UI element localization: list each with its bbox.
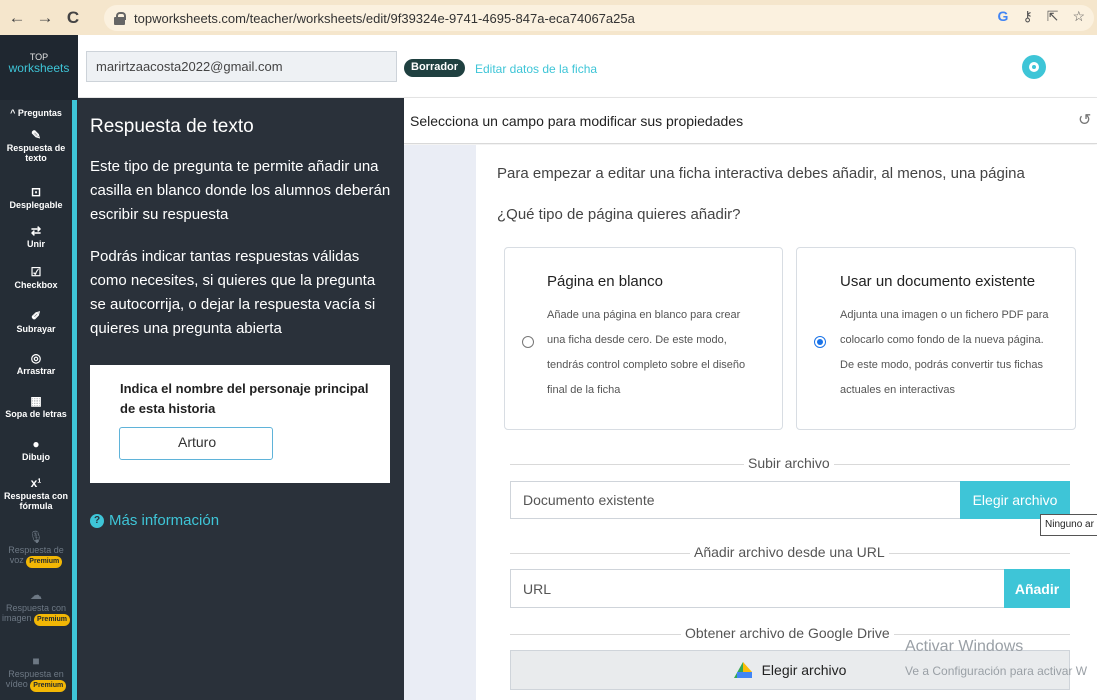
back-arrow-icon[interactable]: ← — [6, 7, 28, 29]
premium-badge: Premium — [26, 556, 63, 568]
property-bar-text: Selecciona un campo para modificar sus p… — [410, 113, 744, 129]
sidebar-item-video[interactable]: ■ Respuesta en vídeo Premium — [0, 654, 72, 692]
arrows-icon: ⇄ — [30, 224, 42, 238]
section-label: Añadir archivo desde una URL — [690, 544, 889, 560]
sidebar-item-subrayar[interactable]: ✐ Subrayar — [0, 309, 72, 334]
sidebar-item-formula[interactable]: x¹ Respuesta con fórmula — [0, 476, 72, 511]
question-icon: ? — [90, 513, 104, 528]
sidebar-item-dibujo[interactable]: ● Dibujo — [0, 437, 72, 462]
sidebar-item-checkbox[interactable]: ☑ Checkbox — [0, 265, 72, 290]
url-input[interactable]: URL — [510, 569, 1005, 608]
reload-icon[interactable]: C — [62, 7, 84, 29]
url-text: topworksheets.com/teacher/worksheets/edi… — [134, 10, 635, 26]
formula-icon: x¹ — [30, 476, 42, 490]
dropdown-icon: ⊡ — [30, 185, 42, 199]
undo-icon[interactable]: ↺ — [1078, 110, 1091, 130]
sidebar-item-desplegable[interactable]: ⊡ Desplegable — [0, 185, 72, 210]
video-icon: ■ — [32, 654, 40, 668]
forward-arrow-icon[interactable]: → — [34, 7, 56, 29]
premium-badge: Premium — [30, 680, 67, 692]
radio-existing-document[interactable] — [814, 336, 826, 348]
lock-icon — [114, 11, 126, 25]
sidebar-item-voz[interactable]: 🎙 Respuesta de voz Premium — [0, 530, 72, 568]
option-description: Añade una página en blanco para crear un… — [547, 309, 746, 396]
google-drive-icon — [733, 662, 752, 678]
option-title: Página en blanco — [547, 273, 663, 290]
canvas-gutter — [404, 145, 476, 700]
sidebar-item-sopa-letras[interactable]: ▦ Sopa de letras — [0, 394, 72, 419]
upload-file-field[interactable]: Documento existente — [510, 481, 961, 519]
windows-watermark-subtitle: Ve a Configuración para activar W — [905, 664, 1088, 678]
google-icon[interactable]: G — [998, 8, 1009, 25]
option-description: Adjunta una imagen o un fichero PDF para… — [840, 309, 1049, 396]
file-tooltip: Ninguno ar — [1040, 514, 1097, 536]
help-title: Respuesta de texto — [90, 116, 254, 137]
section-label: Subir archivo — [744, 455, 834, 471]
browser-actions: G ⚷ ⇱ ☆ — [998, 8, 1085, 25]
rail-accent-bar — [72, 100, 77, 700]
email-field[interactable]: marirtzaacosta2022@gmail.com — [86, 51, 397, 82]
microphone-icon: 🎙 — [28, 530, 44, 544]
sidebar-item-imagen[interactable]: ☁ Respuesta con imagen Premium — [0, 588, 72, 626]
page-type-question: ¿Qué tipo de página quieres añadir? — [497, 206, 741, 223]
option-title: Usar un documento existente — [840, 273, 1036, 290]
upload-icon: ☁ — [30, 588, 42, 602]
example-answer-input: Arturo — [119, 427, 273, 460]
key-icon[interactable]: ⚷ — [1022, 8, 1032, 25]
section-label: Obtener archivo de Google Drive — [681, 625, 894, 641]
more-info-link[interactable]: ? Más información — [90, 512, 219, 529]
logo[interactable]: TOP worksheets — [0, 52, 78, 75]
address-bar[interactable]: topworksheets.com/teacher/worksheets/edi… — [104, 5, 1094, 31]
preview-eye-icon[interactable] — [1022, 55, 1046, 79]
section-preguntas[interactable]: ^ Preguntas — [0, 108, 72, 118]
sidebar-item-arrastrar[interactable]: ◎ Arrastrar — [0, 351, 72, 376]
sidebar-item-respuesta-texto[interactable]: ✎ Respuesta de texto — [0, 128, 72, 163]
marker-icon: ✐ — [30, 309, 42, 323]
help-description: Este tipo de pregunta te permite añadir … — [90, 158, 391, 223]
status-badge: Borrador — [404, 59, 466, 77]
premium-badge: Premium — [34, 614, 70, 626]
help-description-2: Podrás indicar tantas respuestas válidas… — [90, 248, 376, 337]
example-question: Indica el nombre del personaje principal… — [120, 381, 369, 416]
sidebar-item-unir[interactable]: ⇄ Unir — [0, 224, 72, 249]
palette-icon: ● — [32, 437, 40, 451]
checkbox-icon: ☑ — [30, 265, 42, 279]
edit-worksheet-link[interactable]: Editar datos de la ficha — [475, 62, 597, 76]
share-icon[interactable]: ⇱ — [1047, 8, 1059, 25]
edit-icon: ✎ — [30, 128, 42, 142]
radio-blank-page[interactable] — [522, 336, 534, 348]
add-url-button[interactable]: Añadir — [1004, 569, 1070, 608]
windows-watermark-title: Activar Windows — [905, 638, 1024, 655]
star-icon[interactable]: ☆ — [1072, 8, 1085, 25]
intro-text: Para empezar a editar una ficha interact… — [497, 165, 1025, 182]
grid-icon: ▦ — [30, 394, 42, 408]
drag-icon: ◎ — [30, 351, 42, 365]
